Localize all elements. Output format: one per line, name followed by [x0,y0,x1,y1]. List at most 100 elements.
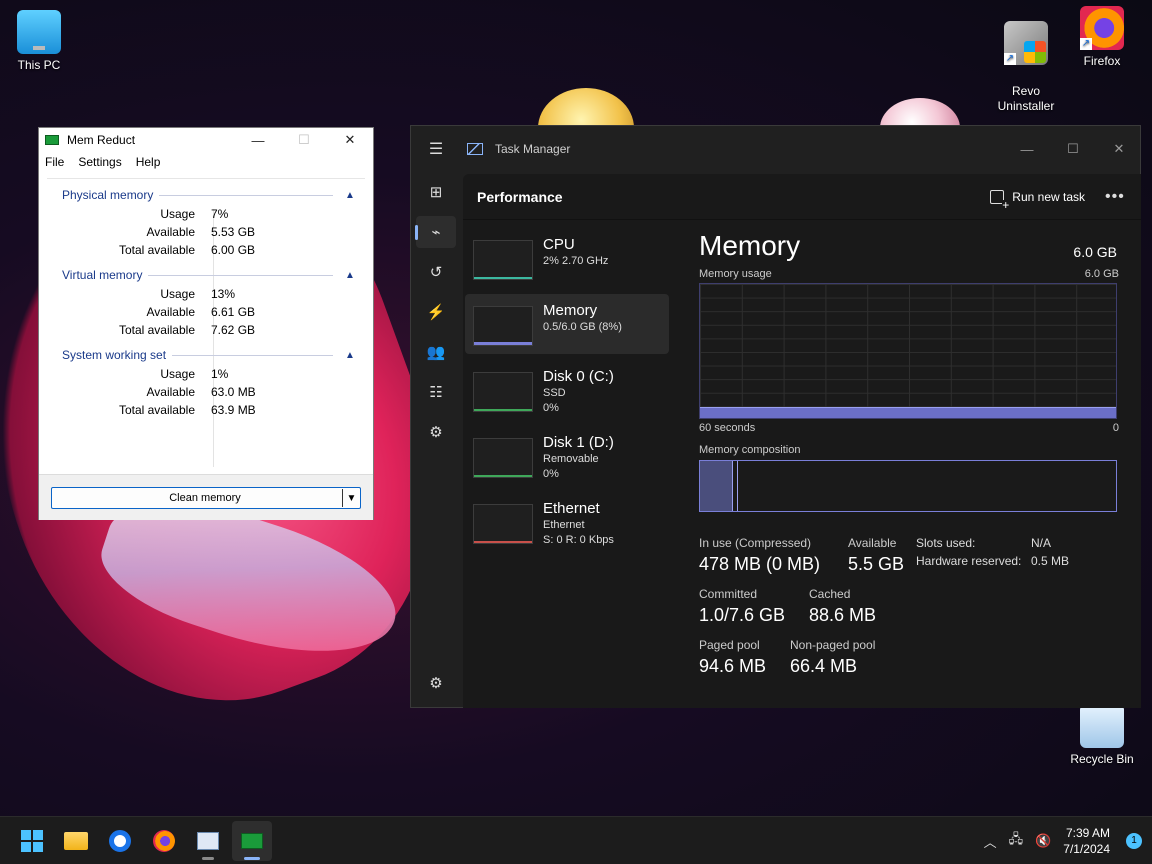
group-header[interactable]: System working set ▲ [47,345,365,365]
memory-composition-bar [699,460,1117,512]
resource-name: Disk 0 (C:) [543,368,614,385]
taskbar-mem-reduct[interactable] [232,820,272,861]
shortcut-arrow-icon: ↗ [1080,38,1092,50]
taskbar-file-explorer[interactable] [56,821,96,861]
stat-label: Cached [809,587,851,601]
desktop-icon-this-pc[interactable]: This PC [2,10,76,73]
group-header[interactable]: Virtual memory ▲ [47,265,365,285]
title-bar[interactable]: ☰ Task Manager — ☐ ✕ [411,126,1142,172]
group-header[interactable]: Physical memory ▲ [47,185,365,205]
resource-item-disk-1[interactable]: Disk 1 (D:) Removable 0% [465,426,669,486]
row-label: Usage [160,287,195,301]
hamburger-menu-icon[interactable]: ☰ [411,139,461,159]
taskbar-chrome[interactable] [100,821,140,861]
stat-label: Paged pool [699,638,760,652]
row-label: Total available [118,403,195,417]
settings-gear-icon[interactable]: ⚙ [416,667,456,699]
stat-in-use: In use (Compressed) 478 MB (0 MB) [699,536,820,575]
mini-graph [473,240,533,280]
resource-item-disk-0[interactable]: Disk 0 (C:) SSD 0% [465,360,669,420]
desktop-icon-revo-uninstaller[interactable]: ↗ Revo Uninstaller [989,6,1063,129]
info-row: Available 6.61 GB [47,303,365,321]
windows-logo-icon [21,829,43,852]
desktop-icon-recycle-bin[interactable]: Recycle Bin [1065,704,1139,767]
taskbar-task-manager[interactable] [188,821,228,861]
desktop-icon-label: Firefox [1083,54,1121,68]
info-row: Usage 13% [47,285,365,303]
stat-label: Hardware reserved: [916,554,1022,568]
usage-graph-max: 6.0 GB [1084,268,1119,280]
startup-apps-icon[interactable]: ⚡ [416,296,456,328]
processes-icon[interactable]: ⊞ [416,176,456,208]
details-icon[interactable]: ☷ [416,376,456,408]
desktop-icon-label: Revo Uninstaller [997,84,1055,113]
chevron-up-icon[interactable]: ▲ [345,350,357,361]
chevron-up-icon[interactable]: ︿ [984,832,997,851]
clean-memory-button[interactable]: Clean memory ▼ [51,487,361,509]
volume-icon[interactable]: 🔇 [1035,833,1051,849]
info-row: Total available 63.9 MB [47,401,365,419]
chevron-up-icon[interactable]: ▲ [345,270,357,281]
computer-icon [17,10,61,54]
desktop-icon-label: Recycle Bin [1070,752,1134,766]
firefox-icon [153,829,175,852]
more-options-icon[interactable]: ••• [1105,188,1141,206]
info-row: Available 63.0 MB [47,383,365,401]
row-value: 6.61 GB [211,305,256,319]
performance-icon[interactable]: ⌁ [415,216,456,248]
firefox-icon: ↗ [1080,6,1124,50]
row-label: Total available [118,323,195,337]
minimize-button[interactable]: — [235,128,281,152]
info-row: Usage 1% [47,365,365,383]
stat-label: Slots used: [916,536,976,550]
close-button[interactable]: ✕ [327,128,373,152]
resource-sub: 2% 2.70 GHz [543,255,609,267]
title-bar[interactable]: Mem Reduct — ☐ ✕ [39,128,373,152]
maximize-button[interactable]: ☐ [1050,141,1096,157]
stat-label: Non-paged pool [790,638,876,652]
group-physical-memory: Physical memory ▲ Usage 7% Available 5.53 … [47,185,365,259]
resource-sub: 0% [543,402,559,414]
taskbar-pinned-apps [0,820,272,861]
memory-stats: In use (Compressed) 478 MB (0 MB) Availab… [699,536,1119,696]
group-title: Physical memory [62,188,154,202]
minimize-button[interactable]: — [1004,142,1050,157]
stat-label: Available [848,536,897,550]
network-icon[interactable]: 🖧 [1009,830,1024,852]
dropdown-arrow-icon[interactable]: ▼ [342,489,360,507]
resource-sub: Removable [543,453,599,465]
resource-sub: SSD [543,387,566,399]
start-button[interactable] [12,821,52,861]
desktop-icon-label: This PC [17,58,61,72]
row-value: 63.9 MB [211,403,256,417]
stat-value: 88.6 MB [809,605,877,625]
menu-help[interactable]: Help [136,155,161,169]
resource-sub: S: 0 R: 0 Kbps [543,534,614,546]
menu-settings[interactable]: Settings [78,155,121,169]
notification-badge[interactable]: 1 [1126,833,1142,849]
chevron-up-icon[interactable]: ▲ [345,190,357,201]
desktop-icon-firefox[interactable]: ↗ Firefox [1065,6,1139,69]
close-button[interactable]: ✕ [1096,141,1142,157]
row-label: Usage [160,367,195,381]
app-history-icon[interactable]: ↺ [416,256,456,288]
resource-sub: Ethernet [543,519,585,531]
resource-item-cpu[interactable]: CPU 2% 2.70 GHz [465,228,669,288]
task-manager-window: ☰ Task Manager — ☐ ✕ ⊞ ⌁ ↺ ⚡ 👥 ☷ ⚙ ⚙ Per… [410,125,1141,708]
page-title: Performance [477,188,563,205]
services-icon[interactable]: ⚙ [416,416,456,448]
resource-item-ethernet[interactable]: Ethernet Ethernet S: 0 R: 0 Kbps [465,492,669,552]
mem-reduct-window: Mem Reduct — ☐ ✕ File Settings Help Phys… [38,127,374,520]
axis-left-label: 60 seconds [699,422,756,434]
run-new-task-button[interactable]: Run new task [990,189,1085,210]
users-icon[interactable]: 👥 [416,336,456,368]
resource-item-memory[interactable]: Memory 0.5/6.0 GB (8%) [465,294,669,354]
resource-sub: 0.5/6.0 GB (8%) [543,321,622,333]
menu-file[interactable]: File [45,155,64,169]
taskbar-firefox[interactable] [144,821,184,861]
mini-graph [473,306,533,346]
clock[interactable]: 7:39 AM 7/1/2024 [1063,825,1110,857]
clean-memory-label: Clean memory [169,492,241,504]
group-virtual-memory: Virtual memory ▲ Usage 13% Available 6.61 … [47,265,365,339]
stat-paged-pool: Paged pool 94.6 MB [699,638,766,677]
